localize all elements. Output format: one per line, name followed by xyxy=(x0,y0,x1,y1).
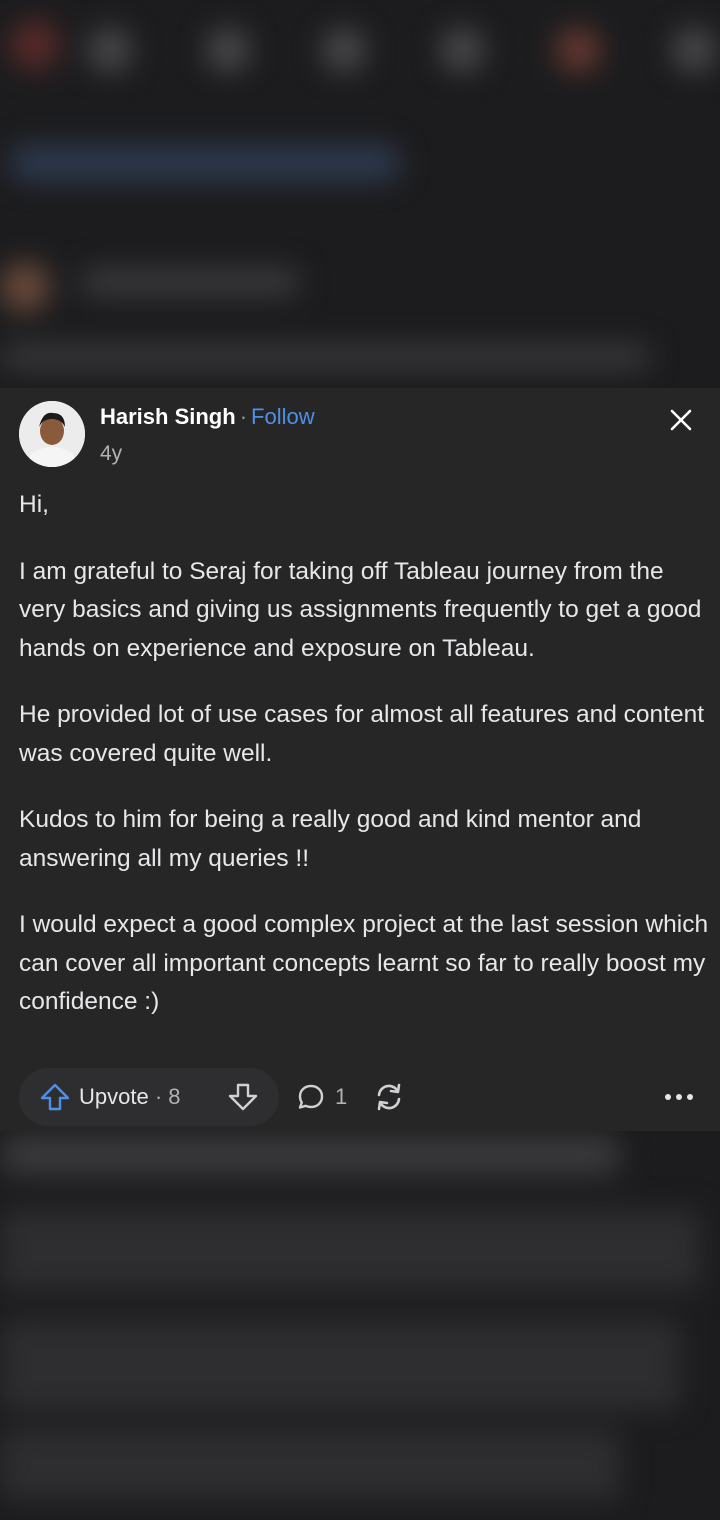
action-bar: Upvote · 8 1 xyxy=(19,1068,709,1126)
more-dots-icon xyxy=(665,1094,693,1100)
more-options-button[interactable] xyxy=(659,1080,699,1114)
paragraph: I would expect a good complex project at… xyxy=(19,911,709,1015)
paragraph: I am grateful to Seraj for taking off Ta… xyxy=(19,557,702,662)
arrow-down-icon xyxy=(228,1083,258,1111)
upvote-count: · 8 xyxy=(154,1084,181,1109)
comment-count: 1 xyxy=(335,1084,348,1109)
paragraph: Kudos to him for being a really good and… xyxy=(19,806,642,872)
author-avatar[interactable] xyxy=(19,401,85,467)
arrow-up-icon xyxy=(40,1083,70,1111)
close-icon xyxy=(670,409,692,431)
downvote-button[interactable] xyxy=(225,1080,261,1114)
share-button[interactable] xyxy=(371,1080,407,1114)
post-timestamp: 4y xyxy=(100,442,123,465)
upvote-label: Upvote xyxy=(79,1084,149,1109)
paragraph: He provided lot of use cases for almost … xyxy=(19,701,705,767)
share-sync-icon xyxy=(377,1083,401,1111)
follow-button[interactable]: Follow xyxy=(251,404,315,429)
author-row: Harish Singh · Follow xyxy=(100,404,315,430)
comment-bubble-icon xyxy=(298,1084,324,1109)
answer-content: Hi, I am grateful to Seraj for taking of… xyxy=(19,486,711,1050)
comment-button[interactable]: 1 xyxy=(297,1080,347,1114)
separator: · xyxy=(239,404,248,429)
upvote-button[interactable]: Upvote · 8 xyxy=(39,1080,181,1114)
paragraph: Hi, xyxy=(19,491,49,518)
author-name[interactable]: Harish Singh xyxy=(100,404,236,429)
close-button[interactable] xyxy=(664,403,698,437)
